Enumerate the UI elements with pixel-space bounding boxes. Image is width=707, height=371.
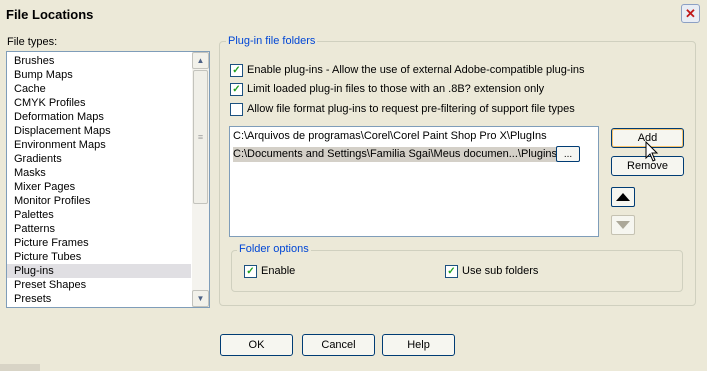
window-title: File Locations <box>6 7 94 22</box>
file-type-item[interactable]: Picture Tubes <box>7 250 191 264</box>
scroll-down-button[interactable]: ▼ <box>192 290 209 307</box>
checkmark-icon: ✓ <box>232 64 241 76</box>
file-type-item[interactable]: Presets <box>7 292 191 306</box>
move-down-button[interactable] <box>611 215 635 235</box>
file-types-scrollbar[interactable]: ▲ ≡ ▼ <box>192 52 209 307</box>
file-type-item[interactable]: Plug-ins <box>7 264 191 278</box>
browse-button[interactable]: ... <box>556 146 580 162</box>
file-type-item[interactable]: Preset Shapes <box>7 278 191 292</box>
file-type-item[interactable]: Environment Maps <box>7 138 191 152</box>
file-types-items: Brushes Bump Maps Cache CMYK Profiles Deform… <box>7 54 191 306</box>
cancel-button[interactable]: Cancel <box>302 334 375 356</box>
title-bar: File Locations ✕ <box>0 0 707 30</box>
file-type-item[interactable]: Palettes <box>7 208 191 222</box>
allow-prefilter-checkbox[interactable] <box>230 103 243 116</box>
path-item[interactable]: C:\Arquivos de programas\Corel\Corel Pai… <box>233 129 547 144</box>
file-type-item[interactable]: Cache <box>7 82 191 96</box>
file-type-item[interactable]: Patterns <box>7 222 191 236</box>
use-subfolders-checkbox[interactable]: ✓ <box>445 265 458 278</box>
use-subfolders-label: Use sub folders <box>462 265 539 277</box>
close-button[interactable]: ✕ <box>681 4 700 23</box>
checkmark-icon: ✓ <box>246 265 255 277</box>
file-type-item[interactable]: Picture Frames <box>7 236 191 250</box>
enable-plugins-label: Enable plug-ins - Allow the use of exter… <box>247 64 585 76</box>
file-types-list[interactable]: Brushes Bump Maps Cache CMYK Profiles Deform… <box>6 51 210 308</box>
folder-options-legend: Folder options <box>237 243 311 255</box>
ok-button[interactable]: OK <box>220 334 293 356</box>
file-type-item[interactable]: Gradients <box>7 152 191 166</box>
folder-enable-checkbox[interactable]: ✓ <box>244 265 257 278</box>
enable-plugins-checkbox[interactable]: ✓ <box>230 64 243 77</box>
file-type-item[interactable]: Masks <box>7 166 191 180</box>
path-item-selected[interactable]: C:\Documents and Settings\Familia Sgai\M… <box>233 147 560 162</box>
file-type-item[interactable]: Brushes <box>7 54 191 68</box>
help-button[interactable]: Help <box>382 334 455 356</box>
folder-enable-label: Enable <box>261 265 296 277</box>
close-icon: ✕ <box>685 5 696 21</box>
plugin-paths-list[interactable]: C:\Arquivos de programas\Corel\Corel Pai… <box>229 126 599 237</box>
file-type-item[interactable]: CMYK Profiles <box>7 96 191 110</box>
grip-icon: ≡ <box>197 132 204 142</box>
move-up-button[interactable] <box>611 187 635 207</box>
file-types-label: File types: <box>7 36 58 48</box>
background-strip <box>0 364 40 371</box>
scroll-thumb[interactable]: ≡ <box>193 70 208 204</box>
file-type-item[interactable]: Displacement Maps <box>7 124 191 138</box>
file-type-item[interactable]: Bump Maps <box>7 68 191 82</box>
limit-plugins-checkbox[interactable]: ✓ <box>230 83 243 96</box>
checkmark-icon: ✓ <box>447 265 456 277</box>
plugin-folders-legend: Plug-in file folders <box>226 35 318 47</box>
allow-prefilter-label: Allow file format plug-ins to request pr… <box>247 103 575 115</box>
move-down-icon <box>616 221 630 229</box>
scroll-down-icon: ▼ <box>196 294 205 303</box>
limit-plugins-label: Limit loaded plug-in files to those with… <box>247 83 545 95</box>
move-up-icon <box>616 193 630 201</box>
scroll-up-button[interactable]: ▲ <box>192 52 209 69</box>
cursor-icon <box>645 141 659 162</box>
checkmark-icon: ✓ <box>232 83 241 95</box>
scroll-up-icon: ▲ <box>196 56 205 65</box>
file-type-item[interactable]: Monitor Profiles <box>7 194 191 208</box>
file-type-item[interactable]: Mixer Pages <box>7 180 191 194</box>
file-type-item[interactable]: Deformation Maps <box>7 110 191 124</box>
